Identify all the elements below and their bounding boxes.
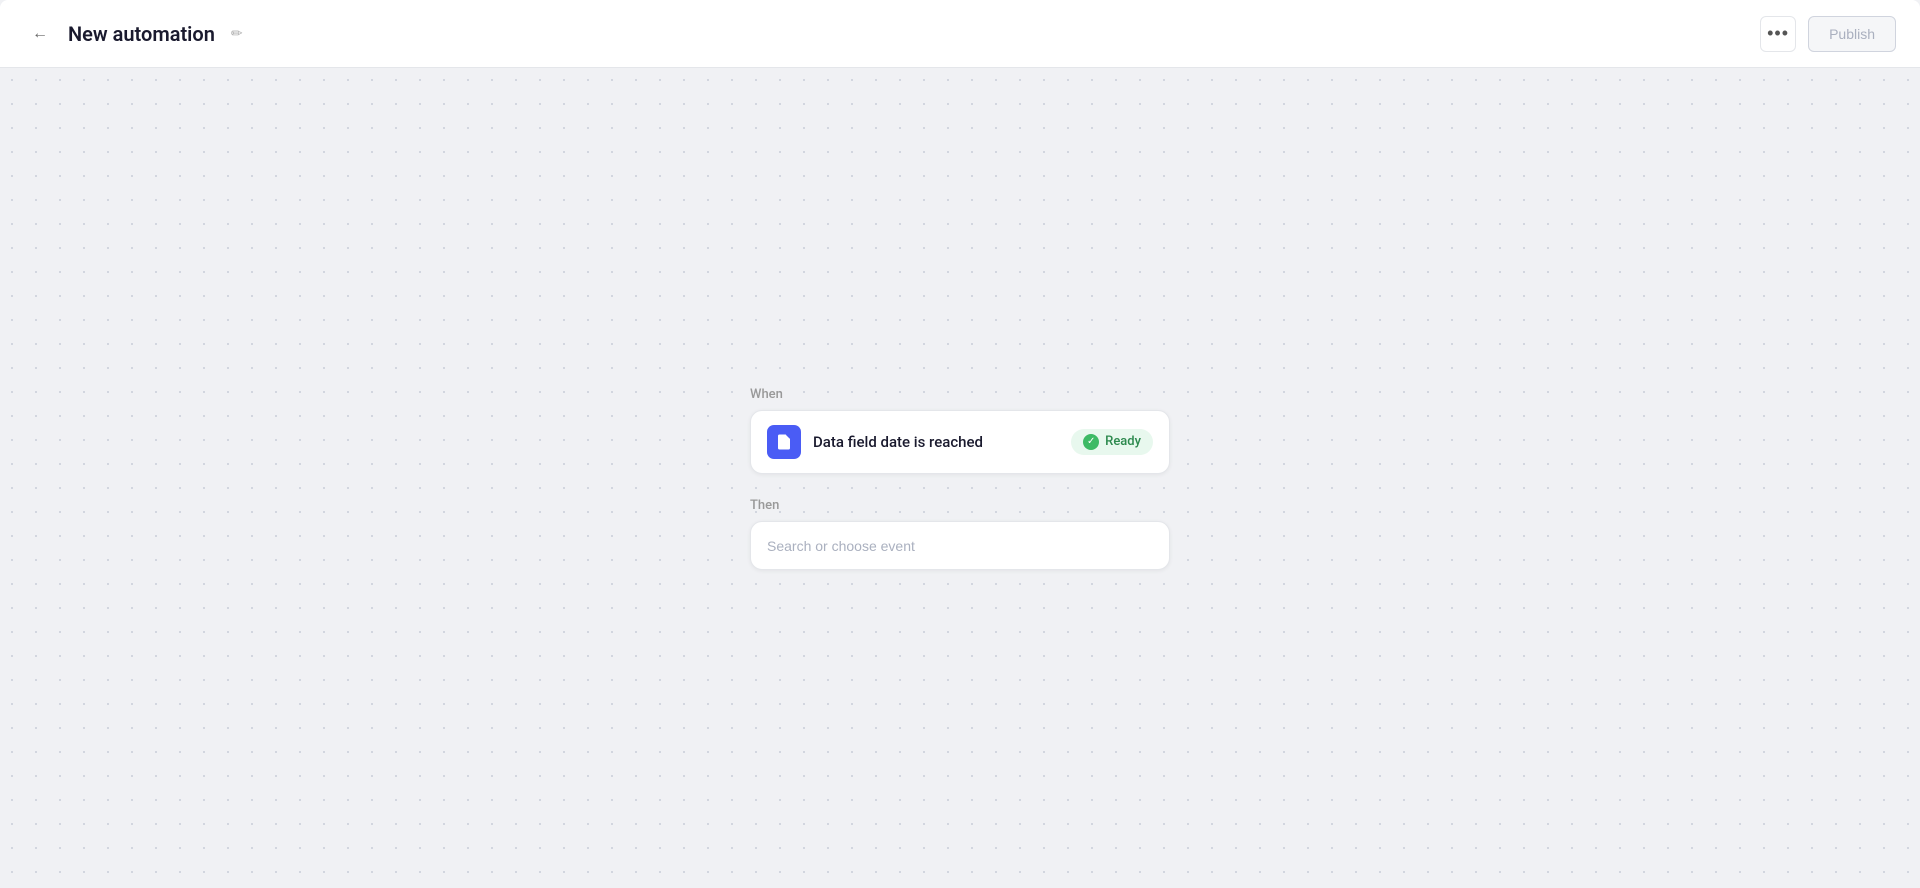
- publish-button[interactable]: Publish: [1808, 16, 1896, 52]
- app-container: ← New automation ✏ ••• Publish When: [0, 0, 1920, 888]
- trigger-label: Data field date is reached: [813, 433, 983, 451]
- header: ← New automation ✏ ••• Publish: [0, 0, 1920, 68]
- flow-container: When Data field date is reached ✓ Ready: [750, 387, 1170, 570]
- back-button[interactable]: ←: [24, 18, 56, 50]
- when-label: When: [750, 387, 783, 410]
- header-left: ← New automation ✏: [24, 18, 247, 50]
- pencil-icon: ✏: [231, 25, 243, 41]
- page-title: New automation: [68, 22, 215, 46]
- header-right: ••• Publish: [1760, 16, 1896, 52]
- ready-text: Ready: [1105, 434, 1141, 449]
- event-search-input[interactable]: [767, 538, 1153, 554]
- ready-badge: ✓ Ready: [1071, 429, 1153, 455]
- more-options-button[interactable]: •••: [1760, 16, 1796, 52]
- check-icon: ✓: [1083, 434, 1099, 450]
- canvas: When Data field date is reached ✓ Ready: [0, 68, 1920, 888]
- trigger-icon-wrap: [767, 425, 801, 459]
- trigger-left: Data field date is reached: [767, 425, 983, 459]
- ellipsis-icon: •••: [1767, 23, 1789, 44]
- edit-title-button[interactable]: ✏: [227, 21, 247, 46]
- back-icon: ←: [32, 25, 48, 43]
- trigger-card[interactable]: Data field date is reached ✓ Ready: [750, 410, 1170, 474]
- then-label: Then: [750, 498, 1170, 513]
- then-section: Then: [750, 498, 1170, 570]
- document-icon: [775, 433, 793, 451]
- event-card[interactable]: [750, 521, 1170, 570]
